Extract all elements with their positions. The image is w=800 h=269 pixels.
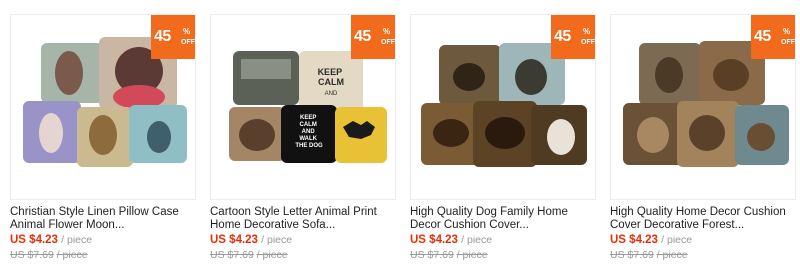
product-image[interactable]: 45 % OFF [610, 14, 796, 200]
discount-percent: 45 [754, 28, 771, 45]
old-price-unit: / piece [56, 249, 88, 261]
discount-symbol: % [183, 27, 191, 36]
product-image[interactable]: 45 % OFF [10, 14, 196, 200]
keep-calm-text-1: KEEP CALM [318, 67, 345, 87]
price-row: US $4.23 / piece [210, 234, 292, 246]
old-price: US $7.69 [610, 249, 654, 261]
discount-off-label: OFF [181, 39, 195, 46]
old-price: US $7.69 [10, 249, 54, 261]
discount-off-label: OFF [581, 39, 595, 46]
product-title[interactable]: High Quality Home Decor Cushion Cover De… [610, 206, 800, 232]
price-unit: / piece [61, 234, 93, 246]
product-title[interactable]: Christian Style Linen Pillow Case Animal… [10, 206, 200, 232]
old-price-row: US $7.69 / piece [610, 249, 688, 261]
discount-symbol: % [583, 27, 591, 36]
price-unit: / piece [261, 234, 293, 246]
product-image[interactable]: KEEP CALM AND KEEP CALM AND WALK THE DOG [210, 14, 396, 200]
discount-percent: 45 [354, 28, 371, 45]
keep-calm-subtext-1: AND [325, 91, 338, 97]
price-unit: / piece [661, 234, 693, 246]
discount-badge: 45 % OFF [551, 15, 595, 59]
old-price-unit: / piece [456, 249, 488, 261]
discount-badge: 45 % OFF [351, 15, 395, 59]
old-price-row: US $7.69 / piece [10, 249, 88, 261]
product-card[interactable]: 45 % OFF High Quality Dog Family Home De… [406, 0, 602, 269]
price-row: US $4.23 / piece [10, 234, 92, 246]
old-price-unit: / piece [256, 249, 288, 261]
price-row: US $4.23 / piece [610, 234, 692, 246]
discount-symbol: % [383, 27, 391, 36]
price: US $4.23 [210, 234, 258, 246]
old-price: US $7.69 [210, 249, 254, 261]
product-title[interactable]: Cartoon Style Letter Animal Print Home D… [210, 206, 400, 232]
price-row: US $4.23 / piece [410, 234, 492, 246]
price: US $4.23 [410, 234, 458, 246]
discount-percent: 45 [554, 28, 571, 45]
product-title[interactable]: High Quality Dog Family Home Decor Cushi… [410, 206, 600, 232]
discount-off-label: OFF [781, 39, 795, 46]
price-unit: / piece [461, 234, 493, 246]
old-price-row: US $7.69 / piece [210, 249, 288, 261]
product-grid: 45 % OFF Christian Style Linen Pillow Ca… [0, 0, 800, 269]
discount-off-label: OFF [381, 39, 395, 46]
discount-percent: 45 [154, 28, 171, 45]
product-card[interactable]: 45 % OFF High Quality Home Decor Cushion… [606, 0, 800, 269]
old-price-row: US $7.69 / piece [410, 249, 488, 261]
old-price: US $7.69 [410, 249, 454, 261]
product-card[interactable]: KEEP CALM AND KEEP CALM AND WALK THE DOG [206, 0, 402, 269]
product-image[interactable]: 45 % OFF [410, 14, 596, 200]
price: US $4.23 [610, 234, 658, 246]
discount-symbol: % [783, 27, 791, 36]
old-price-unit: / piece [656, 249, 688, 261]
product-card[interactable]: 45 % OFF Christian Style Linen Pillow Ca… [6, 0, 202, 269]
price: US $4.23 [10, 234, 58, 246]
discount-badge: 45 % OFF [151, 15, 195, 59]
discount-badge: 45 % OFF [751, 15, 795, 59]
